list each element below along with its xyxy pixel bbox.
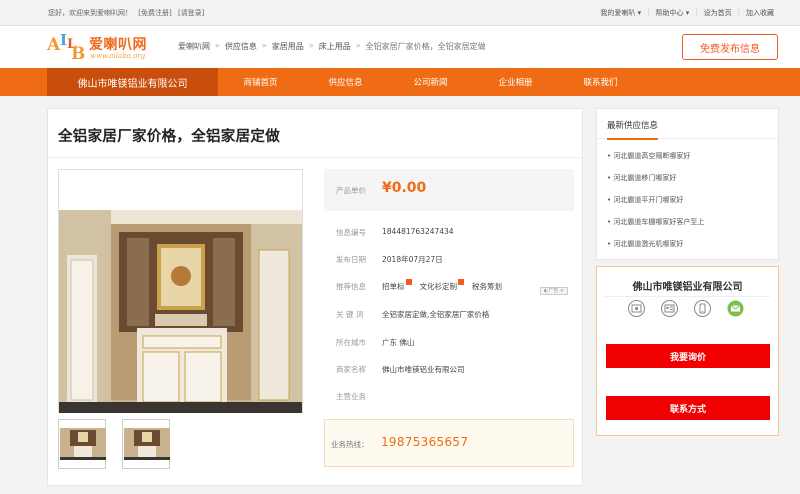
site-domain: www.ailaba.org [90, 52, 146, 60]
company-name-tab[interactable]: 佛山市唯镁铝业有限公司 [47, 68, 218, 96]
product-panel: 全铝家居厂家价格，全铝家居定做 产品单价 ¥0.00 信息编号 18448176… [47, 108, 583, 486]
info-row-city: 所在城市 广东 佛山 [336, 337, 414, 348]
logo-mark: A I L B [47, 31, 86, 64]
price-box: 产品单价 ¥0.00 [324, 169, 574, 211]
publish-button[interactable]: 免费发布信息 [682, 34, 778, 60]
product-title: 全铝家居厂家价格，全铝家居定做 [58, 129, 280, 145]
breadcrumb-separator: » [261, 41, 267, 50]
field-label: 关 键 词 [336, 310, 364, 319]
product-image-frame [58, 169, 303, 413]
email-icon[interactable] [727, 300, 744, 317]
breadcrumb-separator: » [308, 41, 314, 50]
breadcrumb-separator: » [215, 41, 220, 50]
divider [605, 296, 770, 297]
thumbnail[interactable] [58, 419, 106, 469]
latest-supply-panel: 最新供应信息 • 河北霸道高空隔断哪家好 • 河北霸道移门哪家好 • 河北霸道平… [596, 108, 779, 260]
info-row-date: 发布日期 2018年07月27日 [336, 254, 443, 265]
field-value: 广东 佛山 [382, 338, 415, 347]
business-license-icon[interactable] [628, 300, 645, 317]
breadcrumb-separator: » [355, 41, 361, 50]
header: A I L B 爱喇叭网 www.ailaba.org 爱喇叭网 » 供应信息 … [0, 26, 800, 68]
info-row-recommend: 推荐信息 招单标 文化衫定制 税务筹划 [336, 279, 510, 292]
list-item[interactable]: • 河北霸道激光机哪家好 [607, 239, 704, 261]
panel-title: 最新供应信息 [607, 119, 659, 140]
price-label: 产品单价 [336, 186, 366, 195]
company-name: 佛山市唯镁铝业有限公司 [632, 282, 743, 293]
field-value[interactable]: 佛山市唯镁铝业有限公司 [382, 364, 465, 375]
product-image[interactable] [59, 210, 302, 413]
recommend-link[interactable]: 文化衫定制 [420, 279, 464, 292]
top-bar: 您好，欢迎来到爱喇叭网！ [免费注册] [请登录] 我的爱喇叭 ▾ | 帮助中心… [0, 0, 800, 26]
welcome-text: 您好，欢迎来到爱喇叭网！ [48, 9, 132, 17]
field-label: 商家名称 [336, 365, 366, 374]
breadcrumb-bedding[interactable]: 床上用品 [319, 41, 351, 52]
info-row-business: 主营业务 [336, 391, 382, 402]
site-name: 爱喇叭网 [89, 37, 147, 53]
ad-mark[interactable]: ◐广告 × [540, 287, 568, 295]
divider: | [647, 8, 650, 16]
latest-supply-list: • 河北霸道高空隔断哪家好 • 河北霸道移门哪家好 • 河北霸道平开门哪家好 •… [607, 151, 704, 261]
phone-icon[interactable] [694, 300, 711, 317]
hot-badge-icon [458, 279, 464, 285]
list-item[interactable]: • 河北霸道高空隔断哪家好 [607, 151, 704, 173]
welcome-area: 您好，欢迎来到爱喇叭网！ [免费注册] [请登录] [48, 8, 208, 18]
register-link[interactable]: [免费注册] [138, 9, 171, 17]
divider: | [695, 8, 698, 16]
field-value: 全铝家居定做,全铝家居厂家价格 [382, 310, 490, 319]
list-item[interactable]: • 河北霸道平开门哪家好 [607, 195, 704, 217]
site-logo[interactable]: A I L B 爱喇叭网 www.ailaba.org [47, 29, 157, 65]
nav-items: 商铺首页 供应信息 公司新闻 企业相册 联系我们 [218, 68, 643, 96]
hotline-label: 业务热线： [331, 440, 369, 449]
field-label: 信息编号 [336, 228, 366, 237]
hot-badge-icon [405, 279, 412, 285]
nav-item-news[interactable]: 公司新闻 [388, 68, 473, 96]
field-label: 发布日期 [336, 255, 366, 264]
breadcrumb-home-goods[interactable]: 家居用品 [272, 41, 304, 52]
company-card: 佛山市唯镁铝业有限公司 我要询价 联系方式 [596, 266, 779, 436]
list-item[interactable]: • 河北霸道移门哪家好 [607, 173, 704, 195]
login-link[interactable]: [请登录] [178, 9, 204, 17]
list-item[interactable]: • 河北霸道车棚哪家好客户至上 [607, 217, 704, 239]
field-value: 184481763247434 [382, 227, 454, 236]
inquiry-button[interactable]: 我要询价 [606, 344, 770, 368]
price-value: ¥0.00 [382, 180, 427, 196]
recommend-link[interactable]: 税务筹划 [472, 281, 502, 292]
company-icons [628, 300, 744, 317]
info-row-id: 信息编号 184481763247434 [336, 227, 454, 238]
info-row-merchant: 商家名称 佛山市唯镁铝业有限公司 [336, 364, 465, 375]
divider [48, 157, 582, 158]
field-label: 主营业务 [336, 392, 366, 401]
panel-header: 最新供应信息 [597, 109, 778, 140]
my-account-link[interactable]: 我的爱喇叭 ▾ [600, 8, 641, 18]
hotline-box: 业务热线： 19875365657 [324, 419, 574, 467]
hotline-number: 19875365657 [381, 435, 469, 449]
nav-item-shop-home[interactable]: 商铺首页 [218, 68, 303, 96]
field-label: 推荐信息 [336, 282, 366, 291]
breadcrumb: 爱喇叭网 » 供应信息 » 家居用品 » 床上用品 » 全铝家居厂家价格，全铝家… [178, 41, 486, 52]
breadcrumb-supply[interactable]: 供应信息 [225, 41, 257, 52]
company-nav: 佛山市唯镁铝业有限公司 商铺首页 供应信息 公司新闻 企业相册 联系我们 [0, 68, 800, 96]
info-row-keywords: 关 键 词 全铝家居定做,全铝家居厂家价格 [336, 309, 489, 320]
breadcrumb-home[interactable]: 爱喇叭网 [178, 41, 210, 52]
divider: | [737, 8, 740, 16]
id-card-icon[interactable] [661, 300, 678, 317]
field-label: 所在城市 [336, 338, 366, 347]
set-home-link[interactable]: 设为首页 [704, 8, 732, 18]
nav-item-supply[interactable]: 供应信息 [303, 68, 388, 96]
contact-info-button[interactable]: 联系方式 [606, 396, 770, 420]
nav-item-album[interactable]: 企业相册 [473, 68, 558, 96]
breadcrumb-current: 全铝家居厂家价格，全铝家居定做 [365, 42, 486, 51]
top-links: 我的爱喇叭 ▾ | 帮助中心 ▾ | 设为首页 | 加入收藏 [600, 8, 774, 18]
recommend-link[interactable]: 招单标 [382, 279, 412, 292]
thumbnail[interactable] [122, 419, 170, 469]
help-center-link[interactable]: 帮助中心 ▾ [656, 8, 690, 18]
favorite-link[interactable]: 加入收藏 [746, 8, 774, 18]
field-value: 2018年07月27日 [382, 255, 443, 264]
nav-item-contact[interactable]: 联系我们 [558, 68, 643, 96]
